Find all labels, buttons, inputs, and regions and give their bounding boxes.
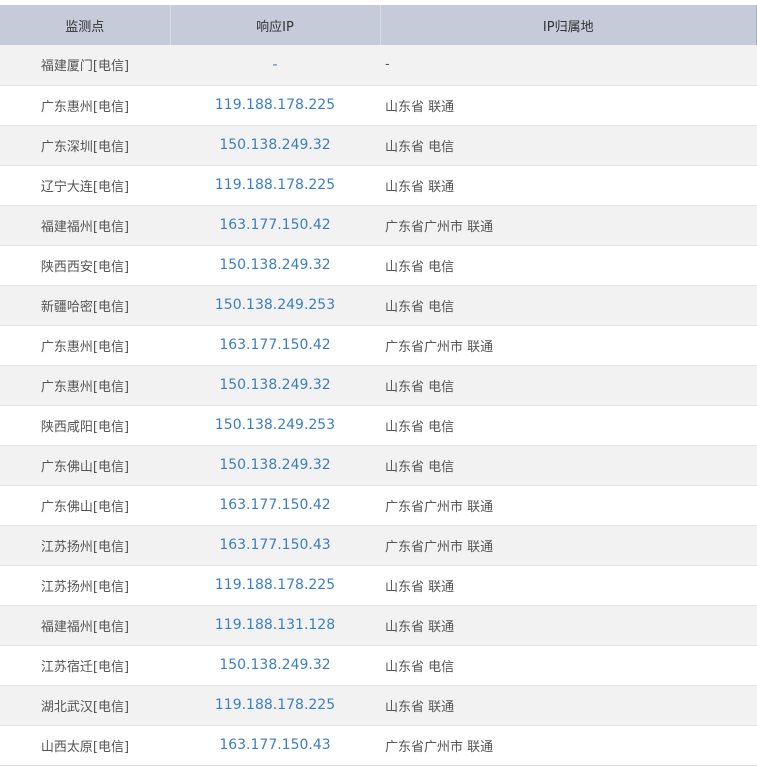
table-row: 湖北武汉[电信] 119.188.178.225 山东省 联通 bbox=[0, 685, 757, 725]
response-ip-link[interactable]: 150.138.249.253 bbox=[170, 285, 380, 325]
monitor-point-cell: 福建福州[电信] bbox=[40, 619, 130, 635]
response-ip-link[interactable]: 119.188.131.128 bbox=[170, 605, 380, 645]
ip-location-cell: 广东省广州市 联通 bbox=[385, 339, 494, 355]
monitor-point-cell: 江苏扬州[电信] bbox=[40, 539, 130, 555]
table-row: 福建厦门[电信] - - bbox=[0, 45, 757, 85]
ip-location-cell: 山东省 电信 bbox=[385, 419, 455, 435]
response-ip-link[interactable]: 119.188.178.225 bbox=[170, 565, 380, 605]
table-row: 广东佛山[电信] 150.138.249.32 山东省 电信 bbox=[0, 445, 757, 485]
monitor-point-cell: 陕西西安[电信] bbox=[40, 259, 130, 275]
response-ip-link[interactable]: 119.188.178.225 bbox=[170, 85, 380, 125]
monitor-point-cell: 广东佛山[电信] bbox=[40, 459, 130, 475]
response-ip-link[interactable]: 150.138.249.32 bbox=[170, 125, 380, 165]
table-row: 江苏宿迁[电信] 150.138.249.32 山东省 电信 bbox=[0, 645, 757, 685]
response-ip-link[interactable]: 163.177.150.42 bbox=[170, 205, 380, 245]
monitor-point-cell: 广东佛山[电信] bbox=[40, 499, 130, 515]
monitor-point-cell: 陕西咸阳[电信] bbox=[40, 419, 130, 435]
ip-location-cell: 山东省 电信 bbox=[385, 259, 455, 275]
table-row: 广东佛山[电信] 163.177.150.42 广东省广州市 联通 bbox=[0, 485, 757, 525]
table-row: 山西太原[电信] 163.177.150.43 广东省广州市 联通 bbox=[0, 725, 757, 765]
table-body: 福建厦门[电信] - - 广东惠州[电信] 119.188.178.225 山东省 联通广… bbox=[0, 45, 757, 765]
table-row: 福建福州[电信] 119.188.131.128 山东省 联通 bbox=[0, 605, 757, 645]
table-row: 陕西西安[电信] 150.138.249.32 山东省 电信 bbox=[0, 245, 757, 285]
ip-location-cell: 广东省广州市 联通 bbox=[385, 539, 494, 555]
table-row: 广东惠州[电信] 119.188.178.225 山东省 联通 bbox=[0, 85, 757, 125]
response-ip-link[interactable]: 150.138.249.32 bbox=[170, 245, 380, 285]
response-ip-link[interactable]: 119.188.178.225 bbox=[170, 165, 380, 205]
response-ip-link[interactable]: 163.177.150.42 bbox=[170, 325, 380, 365]
monitor-point-cell: 广东深圳[电信] bbox=[40, 139, 130, 155]
response-ip-link[interactable]: - bbox=[170, 45, 380, 85]
ip-location-cell: 山东省 联通 bbox=[385, 179, 455, 195]
table-row: 广东惠州[电信] 163.177.150.42 广东省广州市 联通 bbox=[0, 325, 757, 365]
header-row: 监测点 响应IP IP归属地 bbox=[0, 5, 757, 45]
table-row: 江苏扬州[电信] 119.188.178.225 山东省 联通 bbox=[0, 565, 757, 605]
ip-location-cell: 山东省 电信 bbox=[385, 379, 455, 395]
monitor-point-cell: 福建福州[电信] bbox=[40, 219, 130, 235]
response-ip-link[interactable]: 163.177.150.43 bbox=[170, 525, 380, 565]
table-row: 福建福州[电信] 163.177.150.42 广东省广州市 联通 bbox=[0, 205, 757, 245]
header-ip-location: IP归属地 bbox=[380, 5, 757, 45]
monitor-point-cell: 江苏宿迁[电信] bbox=[40, 659, 130, 675]
table-row: 广东深圳[电信] 150.138.249.32 山东省 电信 bbox=[0, 125, 757, 165]
monitor-point-cell: 广东惠州[电信] bbox=[40, 339, 130, 355]
header-monitor-point: 监测点 bbox=[0, 5, 171, 45]
ip-location-cell: 山东省 联通 bbox=[385, 579, 455, 595]
table-header: 监测点 响应IP IP归属地 bbox=[0, 5, 757, 45]
monitor-point-cell: 湖北武汉[电信] bbox=[40, 699, 130, 715]
ip-location-cell: 山东省 电信 bbox=[385, 459, 455, 475]
ip-location-cell: 广东省广州市 联通 bbox=[385, 739, 494, 755]
response-ip-link[interactable]: 163.177.150.42 bbox=[170, 485, 380, 525]
ip-location-cell: 山东省 联通 bbox=[385, 99, 455, 115]
table-row: 陕西咸阳[电信] 150.138.249.253 山东省 电信 bbox=[0, 405, 757, 445]
response-ip-link[interactable]: 150.138.249.32 bbox=[170, 445, 380, 485]
monitor-point-cell: 广东惠州[电信] bbox=[40, 99, 130, 115]
monitor-point-cell: 广东惠州[电信] bbox=[40, 379, 130, 395]
table-row: 江苏扬州[电信] 163.177.150.43 广东省广州市 联通 bbox=[0, 525, 757, 565]
results-table: 监测点 响应IP IP归属地 福建厦门[电信] - - 广东惠州[电信] 119.188… bbox=[0, 5, 757, 766]
table-row: 辽宁大连[电信] 119.188.178.225 山东省 联通 bbox=[0, 165, 757, 205]
response-ip-link[interactable]: 119.188.178.225 bbox=[170, 685, 380, 725]
monitor-point-cell: 江苏扬州[电信] bbox=[40, 579, 130, 595]
monitor-point-cell: 山西太原[电信] bbox=[40, 739, 130, 755]
ip-location-cell: 山东省 电信 bbox=[385, 299, 455, 315]
ip-location-cell: - bbox=[385, 57, 390, 73]
response-ip-link[interactable]: 150.138.249.32 bbox=[170, 365, 380, 405]
monitor-results: 监测点 响应IP IP归属地 福建厦门[电信] - - 广东惠州[电信] 119.188… bbox=[0, 5, 757, 766]
ip-location-cell: 山东省 电信 bbox=[385, 659, 455, 675]
table-row: 广东惠州[电信] 150.138.249.32 山东省 电信 bbox=[0, 365, 757, 405]
monitor-point-cell: 辽宁大连[电信] bbox=[40, 179, 130, 195]
ip-location-cell: 广东省广州市 联通 bbox=[385, 219, 494, 235]
ip-location-cell: 山东省 联通 bbox=[385, 619, 455, 635]
response-ip-link[interactable]: 150.138.249.32 bbox=[170, 645, 380, 685]
response-ip-link[interactable]: 150.138.249.253 bbox=[170, 405, 380, 445]
monitor-point-cell: 福建厦门[电信] bbox=[40, 59, 130, 75]
ip-location-cell: 广东省广州市 联通 bbox=[385, 499, 494, 515]
monitor-point-cell: 新疆哈密[电信] bbox=[40, 299, 130, 315]
table-row: 新疆哈密[电信] 150.138.249.253 山东省 电信 bbox=[0, 285, 757, 325]
ip-location-cell: 山东省 联通 bbox=[385, 699, 455, 715]
header-response-ip: 响应IP bbox=[170, 5, 381, 45]
ip-location-cell: 山东省 电信 bbox=[385, 139, 455, 155]
response-ip-link[interactable]: 163.177.150.43 bbox=[170, 725, 380, 765]
